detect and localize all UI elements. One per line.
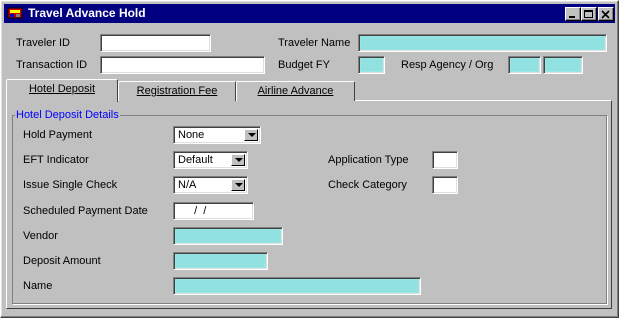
group-title: Hotel Deposit Details — [15, 109, 120, 121]
maximize-button[interactable] — [581, 7, 597, 21]
check-category-label: Check Category — [328, 179, 407, 191]
chevron-down-icon[interactable] — [244, 129, 258, 141]
budget-fy-label: Budget FY — [278, 59, 330, 71]
vendor-field — [173, 227, 283, 245]
travel-advance-hold-window: Travel Advance Hold Traveler ID Transact… — [0, 0, 619, 318]
vendor-label: Vendor — [23, 230, 58, 242]
traveler-name-field — [358, 34, 607, 52]
maximize-icon — [584, 10, 593, 18]
transaction-id-input[interactable] — [100, 56, 265, 74]
chevron-down-icon[interactable] — [231, 179, 245, 191]
resp-org-field — [543, 56, 583, 74]
transaction-id-label: Transaction ID — [16, 59, 88, 71]
close-button[interactable] — [598, 7, 614, 21]
issue-single-check-label: Issue Single Check — [23, 179, 118, 191]
app-icon — [7, 6, 23, 20]
eft-indicator-label: EFT Indicator — [23, 154, 89, 166]
resp-agency-label: Resp Agency / Org — [401, 59, 494, 71]
title-bar[interactable]: Travel Advance Hold — [4, 4, 615, 23]
deposit-amount-field — [173, 252, 268, 270]
application-type-label: Application Type — [328, 154, 409, 166]
issue-single-check-select[interactable]: N/A — [173, 176, 248, 194]
tab-registration-fee[interactable]: Registration Fee — [118, 81, 236, 101]
budget-fy-field — [358, 56, 385, 74]
deposit-amount-label: Deposit Amount — [23, 255, 101, 267]
resp-agency-field — [508, 56, 541, 74]
hold-payment-label: Hold Payment — [23, 129, 93, 141]
name-field — [173, 277, 421, 295]
minimize-button[interactable] — [565, 7, 581, 21]
name-label: Name — [23, 280, 53, 292]
eft-indicator-select[interactable]: Default — [173, 151, 248, 169]
scheduled-payment-date-label: Scheduled Payment Date — [23, 205, 148, 217]
traveler-name-label: Traveler Name — [278, 37, 351, 49]
traveler-id-input[interactable] — [100, 34, 211, 52]
tab-hotel-deposit[interactable]: Hotel Deposit — [6, 79, 118, 102]
chevron-down-icon[interactable] — [231, 154, 245, 166]
traveler-id-label: Traveler ID — [16, 37, 70, 49]
minimize-icon — [569, 16, 575, 18]
hold-payment-select[interactable]: None — [173, 126, 261, 144]
close-icon — [601, 10, 610, 19]
tab-airline-advance[interactable]: Airline Advance — [236, 81, 355, 101]
scheduled-payment-date-input[interactable]: / / — [173, 202, 254, 220]
window-title: Travel Advance Hold — [28, 6, 146, 20]
application-type-input[interactable] — [432, 151, 458, 169]
check-category-input[interactable] — [432, 176, 458, 194]
